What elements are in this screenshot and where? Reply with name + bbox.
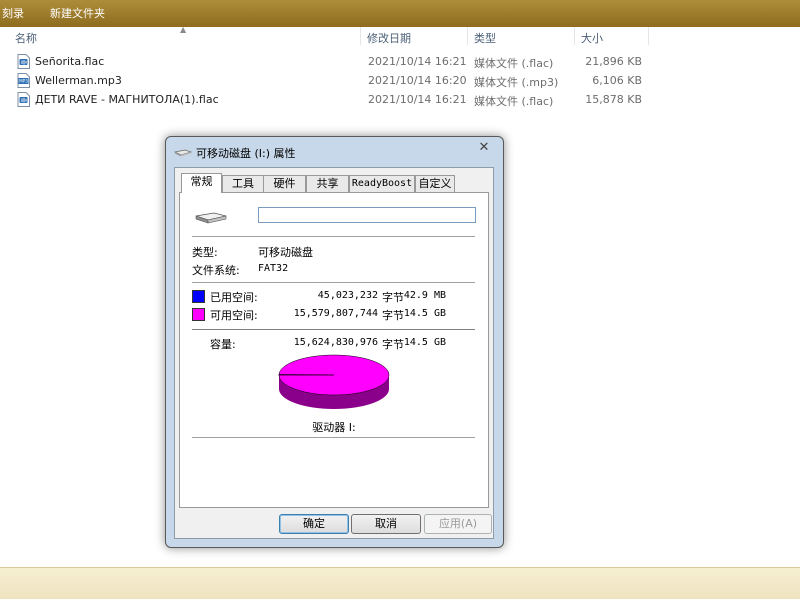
type-value: 可移动磁盘 <box>258 244 313 260</box>
file-size: 21,896 KB <box>560 55 642 68</box>
column-divider[interactable] <box>467 27 468 45</box>
file-name: Señorita.flac <box>35 55 104 68</box>
capacity-bytes: 15,624,830,976 <box>280 337 378 348</box>
file-row[interactable]: MP3 Wellerman.mp3 2021/10/14 16:20 媒体文件 … <box>0 72 660 90</box>
file-type: 媒体文件 (.mp3) <box>474 74 558 90</box>
free-space-label: 可用空间: <box>210 307 258 323</box>
divider <box>192 329 475 330</box>
tab-tools[interactable]: 工具 <box>222 175 264 192</box>
drive-letter-label: 驱动器 I: <box>180 419 488 435</box>
tab-readyboost[interactable]: ReadyBoost <box>349 175 415 192</box>
dialog-client-area: 常规 工具 硬件 共享 ReadyBoost 自定义 类型: 可移动磁盘 文件系… <box>174 167 494 539</box>
column-divider[interactable] <box>360 27 361 45</box>
flac-file-icon <box>17 92 30 107</box>
cancel-button[interactable]: 取消 <box>351 514 421 534</box>
explorer-toolbar: 刻录 新建文件夹 <box>0 0 800 27</box>
sort-ascending-icon: ▲ <box>180 25 186 34</box>
file-name: Wellerman.mp3 <box>35 74 122 87</box>
file-modified: 2021/10/14 16:21 <box>368 55 467 68</box>
file-modified: 2021/10/14 16:21 <box>368 93 467 106</box>
column-header-row: ▲ 名称 修改日期 类型 大小 <box>0 27 800 46</box>
type-label: 类型: <box>192 244 218 260</box>
used-space-human: 42.9 MB <box>400 290 446 301</box>
file-system-value: FAT32 <box>258 263 288 274</box>
file-type: 媒体文件 (.flac) <box>474 55 553 71</box>
ok-button[interactable]: 确定 <box>279 514 349 534</box>
apply-button[interactable]: 应用(A) <box>424 514 492 534</box>
tab-sharing[interactable]: 共享 <box>306 175 349 192</box>
dialog-title-bar[interactable]: 可移动磁盘 (I:) 属性 ✕ <box>172 140 497 162</box>
file-row[interactable]: Señorita.flac 2021/10/14 16:21 媒体文件 (.fl… <box>0 53 660 71</box>
tab-customize[interactable]: 自定义 <box>415 175 455 192</box>
properties-dialog: 可移动磁盘 (I:) 属性 ✕ 常规 工具 硬件 共享 ReadyBoost 自… <box>165 136 504 548</box>
mp3-file-icon: MP3 <box>17 73 30 88</box>
file-name: ДЕТИ RAVE - МАГНИТОЛА(1).flac <box>35 93 219 106</box>
status-bar <box>0 567 800 599</box>
divider <box>192 282 475 283</box>
column-header-modified[interactable]: 修改日期 <box>367 30 411 46</box>
free-space-swatch <box>192 308 205 321</box>
close-icon[interactable]: ✕ <box>476 140 492 156</box>
svg-text:MP3: MP3 <box>19 79 28 84</box>
disk-usage-pie-chart <box>276 351 392 413</box>
volume-label-input[interactable] <box>258 207 476 223</box>
column-header-size[interactable]: 大小 <box>581 30 603 46</box>
used-space-bytes: 45,023,232 <box>280 290 378 301</box>
divider <box>192 236 475 237</box>
free-space-human: 14.5 GB <box>400 308 446 319</box>
tab-general[interactable]: 常规 <box>181 173 222 193</box>
general-tab-panel: 类型: 可移动磁盘 文件系统: FAT32 已用空间: 45,023,232 字… <box>179 192 489 508</box>
capacity-label: 容量: <box>210 336 236 352</box>
free-space-bytes: 15,579,807,744 <box>280 308 378 319</box>
column-header-type[interactable]: 类型 <box>474 30 496 46</box>
divider <box>192 437 475 438</box>
flac-file-icon <box>17 54 30 69</box>
used-space-label: 已用空间: <box>210 289 258 305</box>
removable-disk-icon <box>194 211 228 225</box>
file-size: 6,106 KB <box>560 74 642 87</box>
file-modified: 2021/10/14 16:20 <box>368 74 467 87</box>
tab-hardware[interactable]: 硬件 <box>263 175 306 192</box>
column-divider[interactable] <box>574 27 575 45</box>
capacity-human: 14.5 GB <box>400 337 446 348</box>
dialog-title: 可移动磁盘 (I:) 属性 <box>196 145 296 161</box>
file-type: 媒体文件 (.flac) <box>474 93 553 109</box>
file-row[interactable]: ДЕТИ RAVE - МАГНИТОЛА(1).flac 2021/10/14… <box>0 91 660 109</box>
column-divider[interactable] <box>648 27 649 45</box>
usb-drive-icon <box>174 149 192 157</box>
tab-strip: 常规 工具 硬件 共享 ReadyBoost 自定义 <box>179 173 489 193</box>
new-folder-button[interactable]: 新建文件夹 <box>50 5 105 21</box>
file-system-label: 文件系统: <box>192 262 240 278</box>
column-header-name[interactable]: 名称 <box>15 30 37 46</box>
used-space-swatch <box>192 290 205 303</box>
burn-button[interactable]: 刻录 <box>2 5 24 21</box>
file-size: 15,878 KB <box>560 93 642 106</box>
